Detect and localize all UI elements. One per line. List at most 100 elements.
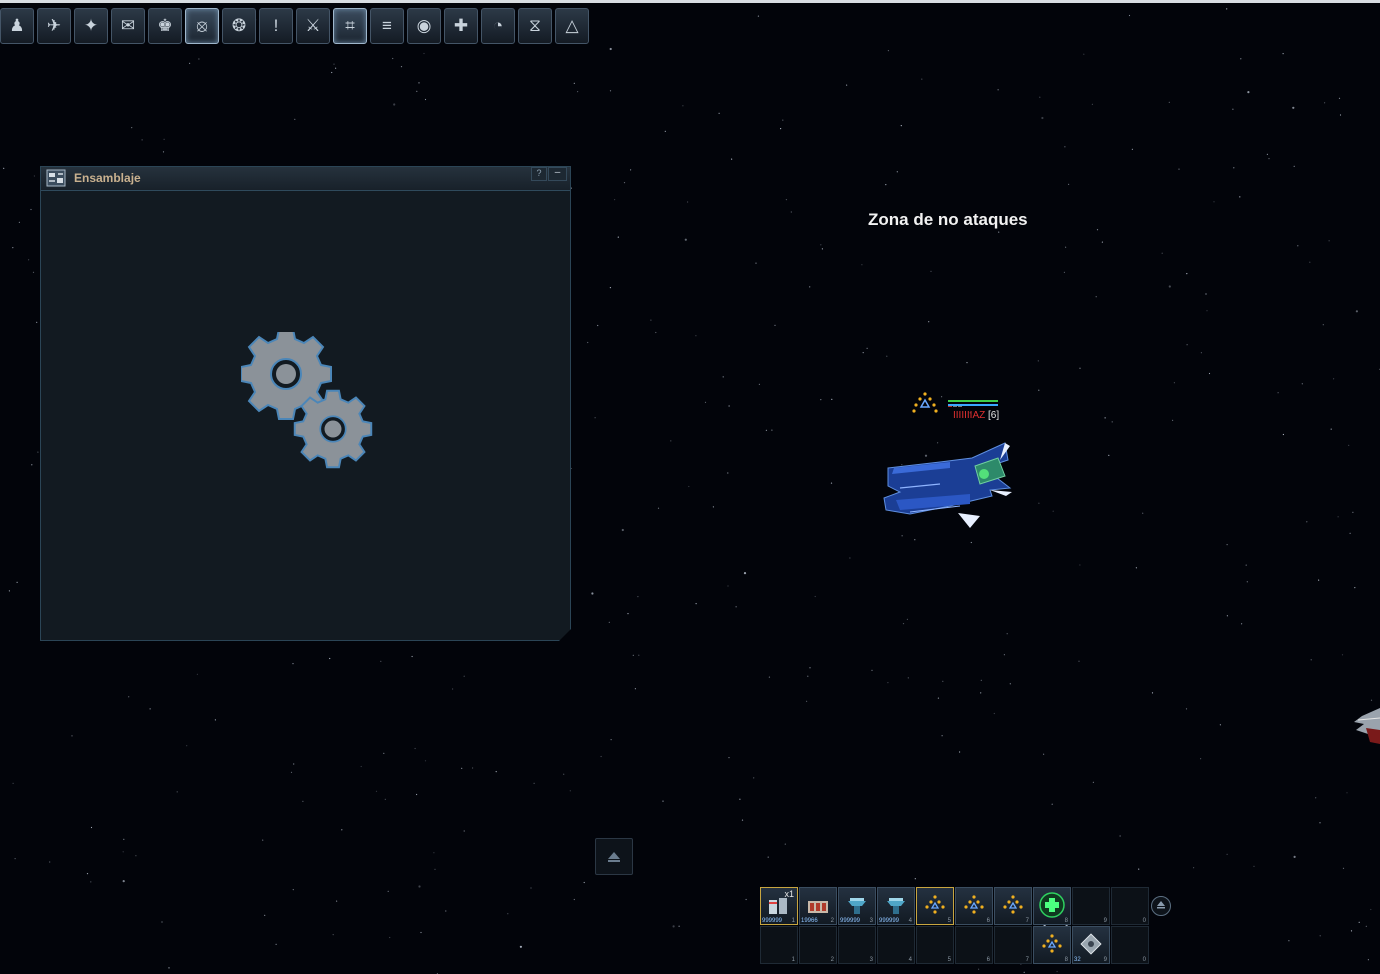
mine-icon xyxy=(1080,933,1102,955)
eject-icon xyxy=(608,851,620,862)
ship-icon: ✈ xyxy=(46,16,62,35)
slot-amount: 32 xyxy=(1074,957,1081,963)
window-header[interactable]: Ensamblaje ? – xyxy=(41,167,570,191)
toolbar-button-assembly[interactable]: ⌗ xyxy=(333,8,367,44)
toolbar-button-user[interactable]: ♟ xyxy=(0,8,34,44)
action-bar-row-1: 999999 x1 1 19966 2 999999 3 999999 4 5 6 7 8 9 0 xyxy=(760,887,1149,925)
weapons-icon: ⚔ xyxy=(305,16,321,35)
slot-amount: 999999 xyxy=(840,918,861,924)
toolbar-button-skills[interactable]: ❂ xyxy=(222,8,256,44)
slot-number: 7 xyxy=(1025,957,1029,963)
toolbar-button-quests[interactable]: ! xyxy=(259,8,293,44)
slot-number: 5 xyxy=(947,918,951,924)
slot-number: 3 xyxy=(869,957,873,963)
slot-number: 0 xyxy=(1142,957,1146,963)
slot-amount: 999999 xyxy=(762,918,783,924)
chat-icon: ✉ xyxy=(120,16,136,35)
slot-number: 9 xyxy=(1103,918,1107,924)
toolbar-button-log[interactable]: ≡ xyxy=(370,8,404,44)
action-slot-row1-0[interactable]: 0 xyxy=(1111,887,1149,925)
slot-number: 5 xyxy=(947,957,951,963)
repair-icon xyxy=(1039,892,1065,918)
action-slot-row1-9[interactable]: 9 xyxy=(1072,887,1110,925)
slot-amount: 19966 xyxy=(801,918,818,924)
action-slot-row1-3[interactable]: 999999 3 xyxy=(838,887,876,925)
group-skills-icon: ✦ xyxy=(83,16,99,35)
slot-number: 8 xyxy=(1064,918,1068,924)
toolbar-button-add-friend[interactable]: ✚ xyxy=(444,8,478,44)
action-bar-toggle-button[interactable] xyxy=(1151,896,1171,916)
slot-number: 6 xyxy=(986,918,990,924)
action-slot-row2-3[interactable]: 3 xyxy=(838,926,876,964)
action-slot-row2-0[interactable]: 0 xyxy=(1111,926,1149,964)
toolbar-button-location-pin[interactable]: ◉ xyxy=(407,8,441,44)
assembly-icon: ⌗ xyxy=(345,16,355,35)
formation-icon xyxy=(964,895,984,914)
rocket-ammo-icon xyxy=(808,901,828,913)
no-attack-zone-message: Zona de no ataques xyxy=(868,210,1028,229)
action-slot-row2-8[interactable]: 8 xyxy=(1033,926,1071,964)
log-icon: ≡ xyxy=(382,16,392,35)
action-slot-row2-9[interactable]: 32 9 xyxy=(1072,926,1110,964)
window-title: Ensamblaje xyxy=(74,171,141,185)
action-slot-row1-4[interactable]: 999999 4 xyxy=(877,887,915,925)
toolbar-button-chat[interactable]: ✉ xyxy=(111,8,145,44)
action-bar: 999999 x1 1 19966 2 999999 3 999999 4 5 6 7 8 9 0 1 2 3 4… xyxy=(760,887,1149,965)
toolbar-button-weapons[interactable]: ⚔ xyxy=(296,8,330,44)
action-slot-row2-4[interactable]: 4 xyxy=(877,926,915,964)
help-button[interactable]: ? xyxy=(531,167,547,181)
toolbar-button-galaxy-gate[interactable]: ⧖ xyxy=(518,8,552,44)
location-pin-icon: ◉ xyxy=(416,16,432,35)
action-bar-row-2: 1 2 3 4 5 6 7 8 32 9 0 xyxy=(760,926,1149,964)
toolbar-button-speedometer[interactable]: ◔ xyxy=(481,8,515,44)
player-ship[interactable] xyxy=(880,388,1030,538)
window-resize-corner[interactable] xyxy=(559,629,571,641)
pyramid-icon: △ xyxy=(565,16,579,35)
action-slot-row2-6[interactable]: 6 xyxy=(955,926,993,964)
loading-gears-icon xyxy=(241,332,373,469)
minimize-button[interactable]: – xyxy=(548,167,567,181)
user-icon: ♟ xyxy=(9,16,25,35)
eject-icon xyxy=(1157,901,1165,909)
toolbar-button-ship[interactable]: ✈ xyxy=(37,8,71,44)
action-slot-row1-1[interactable]: 999999 x1 1 xyxy=(760,887,798,925)
slot-number: 4 xyxy=(908,957,912,963)
assembly-icon xyxy=(46,169,66,187)
slot-number: 1 xyxy=(791,918,795,924)
action-slot-row2-2[interactable]: 2 xyxy=(799,926,837,964)
galaxy-gate-icon: ⧖ xyxy=(529,16,541,35)
action-slot-row2-5[interactable]: 5 xyxy=(916,926,954,964)
toolbar-button-clan[interactable]: ♚ xyxy=(148,8,182,44)
action-slot-row2-7[interactable]: 7 xyxy=(994,926,1032,964)
slot-number: 9 xyxy=(1103,957,1107,963)
toolbar-button-pyramid[interactable]: △ xyxy=(555,8,589,44)
expand-toggle-button[interactable] xyxy=(595,838,633,875)
slot-number: 2 xyxy=(830,957,834,963)
slot-multiplier: x1 xyxy=(784,889,794,899)
action-slot-row1-5[interactable]: 5 xyxy=(916,887,954,925)
formation-icon xyxy=(1003,895,1023,914)
speedometer-icon: ◔ xyxy=(492,16,504,35)
action-slot-row2-1[interactable]: 1 xyxy=(760,926,798,964)
clan-icon: ♚ xyxy=(157,16,173,35)
formation-icon xyxy=(925,895,945,914)
slot-number: 7 xyxy=(1025,918,1029,924)
action-slot-row1-2[interactable]: 19966 2 xyxy=(799,887,837,925)
slot-number: 8 xyxy=(1064,957,1068,963)
toolbar-button-minimap[interactable]: ⦻ xyxy=(185,8,219,44)
top-toolbar: ♟ ✈ ✦ ✉ ♚ ⦻ ❂! ⚔ ⌗ ≡ ◉ ✚ ◔ ⧖ △ xyxy=(0,8,589,44)
action-slot-row1-6[interactable]: 6 xyxy=(955,887,993,925)
slot-number: 0 xyxy=(1142,918,1146,924)
action-slot-row1-8[interactable]: 8 xyxy=(1033,887,1071,925)
slot-amount: 999999 xyxy=(879,918,900,924)
assembly-window: Ensamblaje ? – xyxy=(40,166,571,641)
skills-icon: ❂ xyxy=(231,16,247,35)
distant-ship[interactable] xyxy=(1352,698,1380,748)
action-slot-row1-7[interactable]: 7 xyxy=(994,887,1032,925)
quests-icon: ! xyxy=(273,16,279,35)
cpu-icon xyxy=(887,898,905,914)
toolbar-button-group-skills[interactable]: ✦ xyxy=(74,8,108,44)
slot-number: 3 xyxy=(869,918,873,924)
add-friend-icon: ✚ xyxy=(453,16,469,35)
cpu-icon xyxy=(848,898,866,914)
